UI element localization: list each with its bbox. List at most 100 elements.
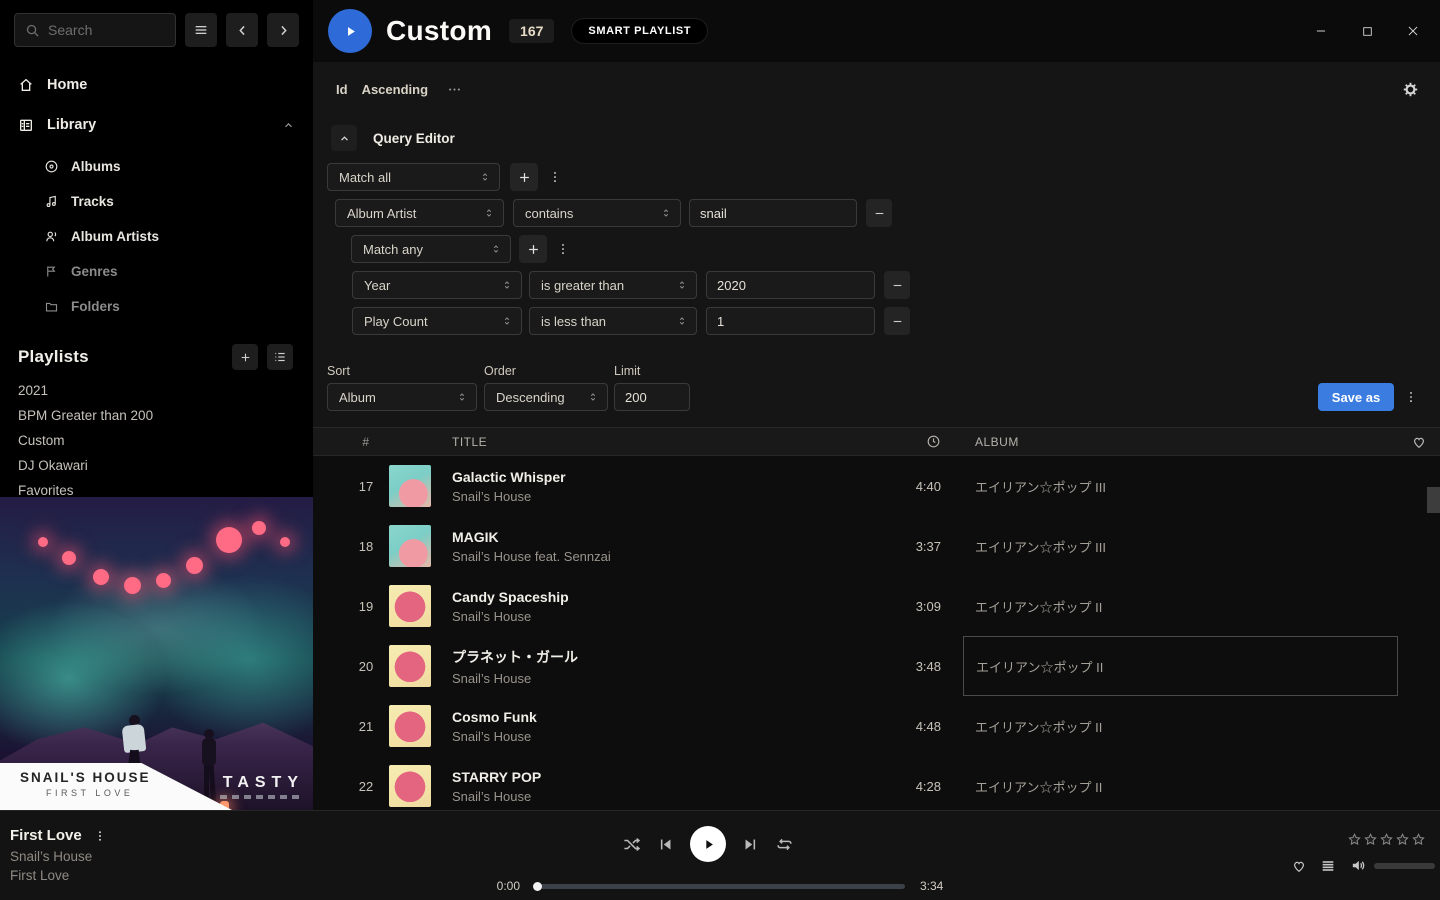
collapse-query-editor-button[interactable] [331, 125, 357, 151]
save-as-button[interactable]: Save as [1318, 383, 1394, 411]
nav-forward-button[interactable] [267, 13, 299, 47]
list-toolbar: Id Ascending [313, 62, 1440, 117]
gear-icon[interactable] [1402, 81, 1419, 98]
playlist-list-button[interactable] [267, 344, 293, 370]
favorite-heart-icon[interactable] [1291, 858, 1307, 874]
maximize-button[interactable] [1352, 16, 1382, 46]
now-playing-artist[interactable]: Snail’s House [10, 849, 106, 864]
menu-button[interactable] [185, 13, 217, 47]
track-album[interactable]: エイリアン☆ポップ II [963, 576, 1398, 636]
shuffle-icon[interactable] [622, 835, 641, 854]
track-album[interactable]: エイリアン☆ポップ II [963, 696, 1398, 756]
sort-select[interactable]: Album [327, 383, 477, 411]
rule-value-input[interactable] [706, 271, 875, 299]
play-pause-button[interactable] [690, 826, 726, 862]
rule-field-select[interactable]: Album Artist [335, 199, 504, 227]
more-options-icon[interactable] [447, 82, 462, 97]
next-track-icon[interactable] [742, 836, 759, 853]
star-icon[interactable] [1411, 832, 1426, 847]
duration-column-clock-icon[interactable] [873, 434, 941, 449]
sidebar-item-label: Album Artists [71, 229, 159, 244]
add-rule-button[interactable] [519, 235, 547, 263]
track-album[interactable]: エイリアン☆ポップ II [963, 756, 1398, 810]
sidebar-item-tracks[interactable]: Tracks [0, 184, 313, 219]
match-type-select[interactable]: Match all [327, 163, 500, 191]
sidebar-item-album-artists[interactable]: Album Artists [0, 219, 313, 254]
record-label-logo: TASTY [218, 774, 304, 799]
search-input[interactable] [48, 22, 165, 38]
add-playlist-button[interactable] [232, 344, 258, 370]
group-options-icon[interactable] [555, 235, 571, 263]
table-row[interactable]: 18MAGIKSnail’s House feat. Sennzai3:37エイ… [313, 516, 1440, 576]
limit-input[interactable] [614, 383, 690, 411]
sidebar-item-library[interactable]: Library [0, 111, 313, 139]
playlist-item[interactable]: BPM Greater than 200 [0, 403, 313, 428]
add-rule-button[interactable] [510, 163, 538, 191]
group-options-icon[interactable] [547, 163, 563, 191]
volume-icon[interactable] [1350, 857, 1367, 874]
play-icon [343, 24, 358, 39]
sort-order-button[interactable]: Ascending [362, 82, 428, 97]
track-album[interactable]: エイリアン☆ポップ III [963, 516, 1398, 576]
star-icon[interactable] [1379, 832, 1394, 847]
column-index[interactable]: # [343, 435, 389, 449]
sidebar-item-folders[interactable]: Folders [0, 289, 313, 324]
volume-slider[interactable] [1374, 863, 1435, 869]
star-icon[interactable] [1395, 832, 1410, 847]
star-icon[interactable] [1363, 832, 1378, 847]
remove-rule-button[interactable] [884, 271, 910, 299]
track-album[interactable]: エイリアン☆ポップ III [963, 456, 1398, 516]
remove-rule-button[interactable] [884, 307, 910, 335]
sort-field-button[interactable]: Id [336, 82, 348, 97]
playlist-item[interactable]: Custom [0, 428, 313, 453]
now-playing-artwork[interactable]: SNAIL'S HOUSE FIRST LOVE TASTY [0, 497, 313, 810]
table-row[interactable]: 20プラネット・ガールSnail’s House3:48エイリアン☆ポップ II [313, 636, 1440, 696]
nav-back-button[interactable] [226, 13, 258, 47]
previous-track-icon[interactable] [657, 836, 674, 853]
play-playlist-button[interactable] [328, 9, 372, 53]
order-select[interactable]: Descending [484, 383, 608, 411]
favorite-column-heart-icon[interactable] [1398, 434, 1440, 450]
search-box[interactable] [14, 13, 176, 47]
track-album[interactable]: エイリアン☆ポップ II [963, 636, 1398, 696]
sidebar-item-albums[interactable]: Albums [0, 149, 313, 184]
chevron-up-icon[interactable] [282, 119, 295, 132]
column-album[interactable]: ALBUM [963, 435, 1398, 449]
sidebar-item-genres[interactable]: Genres [0, 254, 313, 289]
rule-field-select[interactable]: Play Count [352, 307, 522, 335]
total-time: 3:34 [920, 879, 943, 893]
minimize-button[interactable] [1306, 16, 1336, 46]
match-type-select[interactable]: Match any [351, 235, 511, 263]
sidebar-item-home[interactable]: Home [0, 71, 313, 99]
now-playing-album[interactable]: First Love [10, 868, 106, 883]
rule-operator-select[interactable]: contains [513, 199, 681, 227]
star-icon[interactable] [1347, 832, 1362, 847]
playlist-item[interactable]: 2021 [0, 378, 313, 403]
rule-value-input[interactable] [689, 199, 857, 227]
seek-bar[interactable] [535, 884, 905, 889]
track-duration: 4:28 [873, 779, 941, 794]
rule-operator-select[interactable]: is less than [529, 307, 697, 335]
repeat-icon[interactable] [775, 835, 794, 854]
track-number: 19 [343, 599, 389, 614]
rule-value-input[interactable] [706, 307, 875, 335]
rule-operator-select[interactable]: is greater than [529, 271, 697, 299]
table-row[interactable]: 17Galactic WhisperSnail’s House4:40エイリアン… [313, 456, 1440, 516]
track-title: Galactic Whisper [452, 469, 873, 485]
table-row[interactable]: 21Cosmo FunkSnail’s House4:48エイリアン☆ポップ I… [313, 696, 1440, 756]
select-caret-icon [660, 207, 672, 219]
rule-field-select[interactable]: Year [352, 271, 522, 299]
track-options-icon[interactable] [94, 830, 106, 842]
table-row[interactable]: 19Candy SpaceshipSnail’s House3:09エイリアン☆… [313, 576, 1440, 636]
now-playing-title[interactable]: First Love [10, 827, 82, 844]
playlist-item[interactable]: DJ Okawari [0, 453, 313, 478]
remove-rule-button[interactable] [866, 199, 892, 227]
seek-knob[interactable] [533, 882, 542, 891]
scrollbar-thumb[interactable] [1427, 487, 1440, 513]
close-button[interactable] [1398, 16, 1428, 46]
save-options-icon[interactable] [1403, 383, 1419, 411]
now-playing-info: First Love Snail’s House First Love [10, 827, 106, 883]
table-row[interactable]: 22STARRY POPSnail’s House4:28エイリアン☆ポップ I… [313, 756, 1440, 810]
column-title[interactable]: TITLE [452, 435, 873, 449]
queue-icon[interactable] [1320, 858, 1336, 874]
